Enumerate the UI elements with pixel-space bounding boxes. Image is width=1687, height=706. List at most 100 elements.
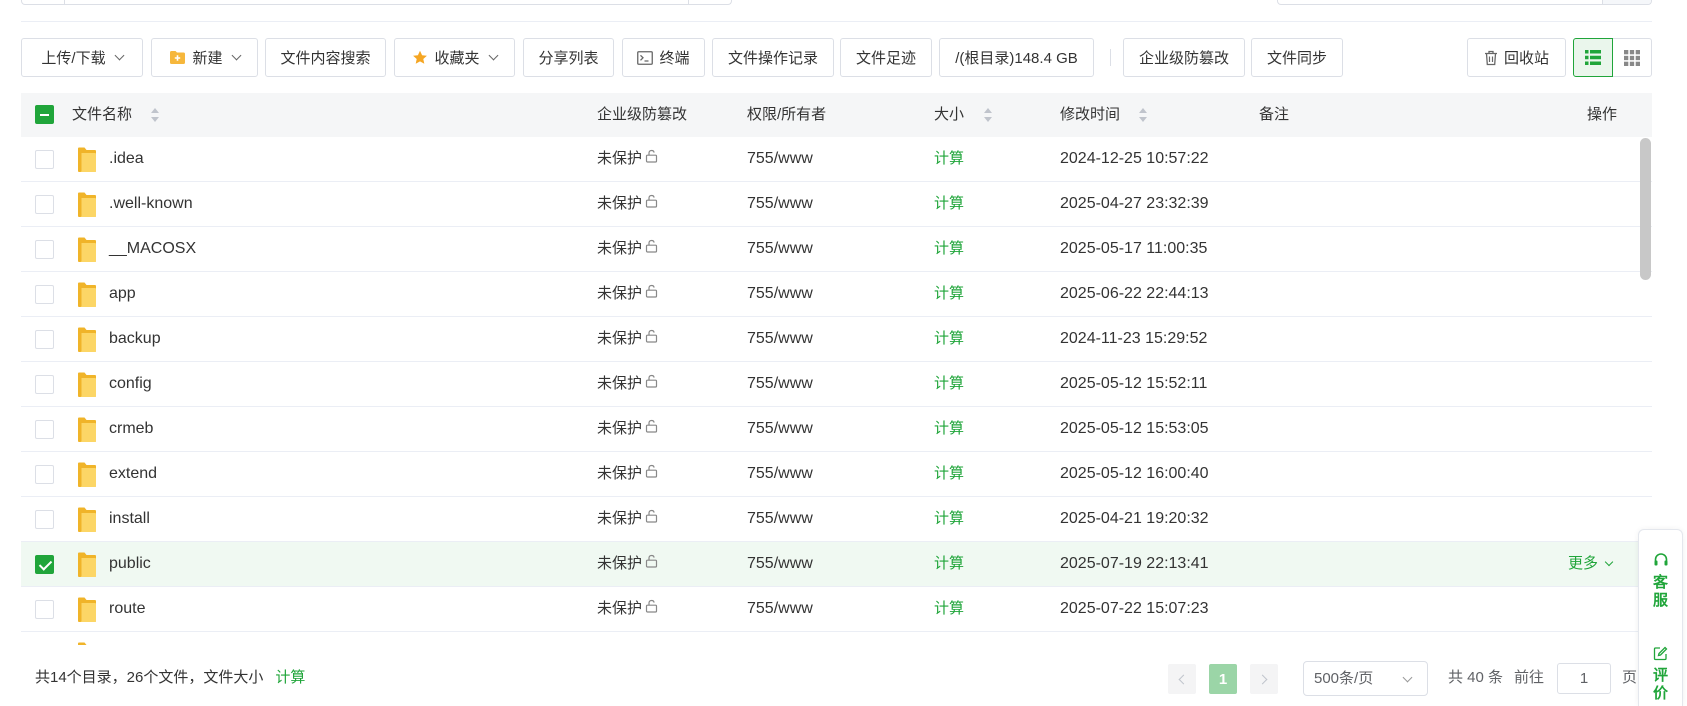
unlock-icon[interactable] [645, 317, 659, 361]
file-name[interactable]: .idea [109, 137, 144, 181]
new-button[interactable]: 新建 [151, 38, 258, 77]
column-header-name[interactable]: 文件名称 [72, 93, 132, 137]
unlock-icon[interactable] [645, 407, 659, 451]
size-calculate-link[interactable]: 计算 [934, 317, 964, 361]
tamper-status[interactable]: 未保护 [597, 272, 659, 316]
row-checkbox[interactable] [35, 420, 54, 439]
file-name[interactable]: crmeb [109, 407, 153, 451]
file-search-box[interactable] [1277, 0, 1652, 5]
table-row[interactable]: crmeb 未保护 755/www 计算 2025-05-12 15:53:05 [21, 407, 1652, 452]
permission-owner[interactable]: 755/www [747, 362, 813, 406]
row-checkbox[interactable] [35, 240, 54, 259]
column-header-size[interactable]: 大小 [934, 93, 964, 137]
file-name[interactable]: route [109, 587, 145, 631]
row-checkbox[interactable] [35, 330, 54, 349]
permission-owner[interactable]: 755/www [747, 407, 813, 451]
file-name[interactable]: app [109, 272, 136, 316]
table-row[interactable]: app 未保护 755/www 计算 2025-06-22 22:44:13 [21, 272, 1652, 317]
review-button[interactable]: 评价 [1639, 646, 1682, 703]
permission-owner[interactable]: 755/www [747, 587, 813, 631]
list-view-button[interactable] [1573, 38, 1613, 77]
tamper-status[interactable]: 未保护 [597, 587, 659, 631]
file-name[interactable]: public [109, 542, 151, 586]
content-search-button[interactable]: 文件内容搜索 [265, 38, 386, 77]
more-actions-button[interactable]: 更多 [1568, 542, 1614, 586]
size-calculate-link[interactable]: 计算 [934, 137, 964, 181]
row-checkbox[interactable] [35, 510, 54, 529]
next-page-button[interactable] [1250, 664, 1278, 694]
size-calculate-link[interactable]: 计算 [934, 182, 964, 226]
table-scrollbar-thumb[interactable] [1640, 138, 1651, 280]
table-row[interactable]: __MACOSX 未保护 755/www 计算 2025-05-17 11:00… [21, 227, 1652, 272]
row-checkbox[interactable] [35, 195, 54, 214]
size-calculate-link[interactable]: 计算 [934, 452, 964, 496]
size-calculate-link[interactable]: 计算 [934, 272, 964, 316]
tamper-status[interactable]: 未保护 [597, 407, 659, 451]
unlock-icon[interactable] [645, 497, 659, 541]
permission-owner[interactable]: 755/www [747, 182, 813, 226]
terminal-button[interactable]: 终端 [622, 38, 705, 77]
unlock-icon[interactable] [645, 272, 659, 316]
permission-owner[interactable]: 755/www [747, 317, 813, 361]
path-bar[interactable] [21, 0, 732, 5]
row-checkbox[interactable] [35, 285, 54, 304]
table-row[interactable]: backup 未保护 755/www 计算 2024-11-23 15:29:5… [21, 317, 1652, 362]
upload-download-button[interactable]: 上传/下载 [21, 38, 143, 77]
select-all-checkbox[interactable] [35, 105, 54, 124]
file-name[interactable]: backup [109, 317, 161, 361]
unlock-icon[interactable] [645, 227, 659, 271]
file-name[interactable]: extend [109, 452, 157, 496]
row-checkbox[interactable] [35, 150, 54, 169]
permission-owner[interactable]: 755/www [747, 137, 813, 181]
tamper-proof-button[interactable]: 企业级防篡改 [1123, 38, 1245, 77]
unlock-icon[interactable] [645, 452, 659, 496]
tamper-status[interactable]: 未保护 [597, 227, 659, 271]
row-checkbox[interactable] [35, 375, 54, 394]
path-input[interactable] [65, 0, 688, 4]
permission-owner[interactable]: 755/www [747, 452, 813, 496]
size-calculate-link[interactable]: 计算 [934, 362, 964, 406]
operation-log-button[interactable]: 文件操作记录 [712, 38, 834, 77]
size-calculate-link[interactable]: 计算 [934, 587, 964, 631]
recycle-bin-button[interactable]: 回收站 [1467, 38, 1566, 77]
tamper-status[interactable]: 未保护 [597, 452, 659, 496]
footprint-button[interactable]: 文件足迹 [840, 38, 932, 77]
tamper-status[interactable]: 未保护 [597, 362, 659, 406]
table-row-partial[interactable] [21, 632, 1652, 645]
page-size-select[interactable]: 500条/页 [1303, 661, 1428, 696]
file-name[interactable]: .well-known [109, 182, 193, 226]
prev-page-button[interactable] [1168, 664, 1196, 694]
favorites-button[interactable]: 收藏夹 [394, 38, 515, 77]
tamper-status[interactable]: 未保护 [597, 137, 659, 181]
permission-owner[interactable]: 755/www [747, 272, 813, 316]
column-header-modified[interactable]: 修改时间 [1060, 93, 1120, 137]
size-calculate-link[interactable]: 计算 [934, 407, 964, 451]
path-refresh-button[interactable] [688, 0, 731, 4]
total-size-calculate-link[interactable]: 计算 [275, 669, 305, 686]
size-calculate-link[interactable]: 计算 [934, 227, 964, 271]
sort-icon[interactable] [1138, 107, 1148, 123]
unlock-icon[interactable] [645, 542, 659, 586]
unlock-icon[interactable] [645, 362, 659, 406]
file-search-button[interactable] [1602, 0, 1651, 4]
file-name[interactable]: config [109, 362, 152, 406]
permission-owner[interactable]: 755/www [747, 497, 813, 541]
unlock-icon[interactable] [645, 587, 659, 631]
permission-owner[interactable]: 755/www [747, 227, 813, 271]
table-row[interactable]: .well-known 未保护 755/www 计算 2025-04-27 23… [21, 182, 1652, 227]
unlock-icon[interactable] [645, 137, 659, 181]
sort-icon[interactable] [983, 107, 993, 123]
table-row[interactable]: route 未保护 755/www 计算 2025-07-22 15:07:23 [21, 587, 1652, 632]
size-calculate-link[interactable]: 计算 [934, 542, 964, 586]
goto-page-input[interactable]: 1 [1557, 663, 1611, 694]
table-row[interactable]: config 未保护 755/www 计算 2025-05-12 15:52:1… [21, 362, 1652, 407]
size-calculate-link[interactable]: 计算 [934, 497, 964, 541]
permission-owner[interactable]: 755/www [747, 542, 813, 586]
row-checkbox[interactable] [35, 600, 54, 619]
file-name[interactable]: install [109, 497, 150, 541]
tamper-status[interactable]: 未保护 [597, 542, 659, 586]
grid-view-button[interactable] [1612, 38, 1652, 77]
tamper-status[interactable]: 未保护 [597, 497, 659, 541]
table-row[interactable]: install 未保护 755/www 计算 2025-04-21 19:20:… [21, 497, 1652, 542]
file-sync-button[interactable]: 文件同步 [1251, 38, 1343, 77]
